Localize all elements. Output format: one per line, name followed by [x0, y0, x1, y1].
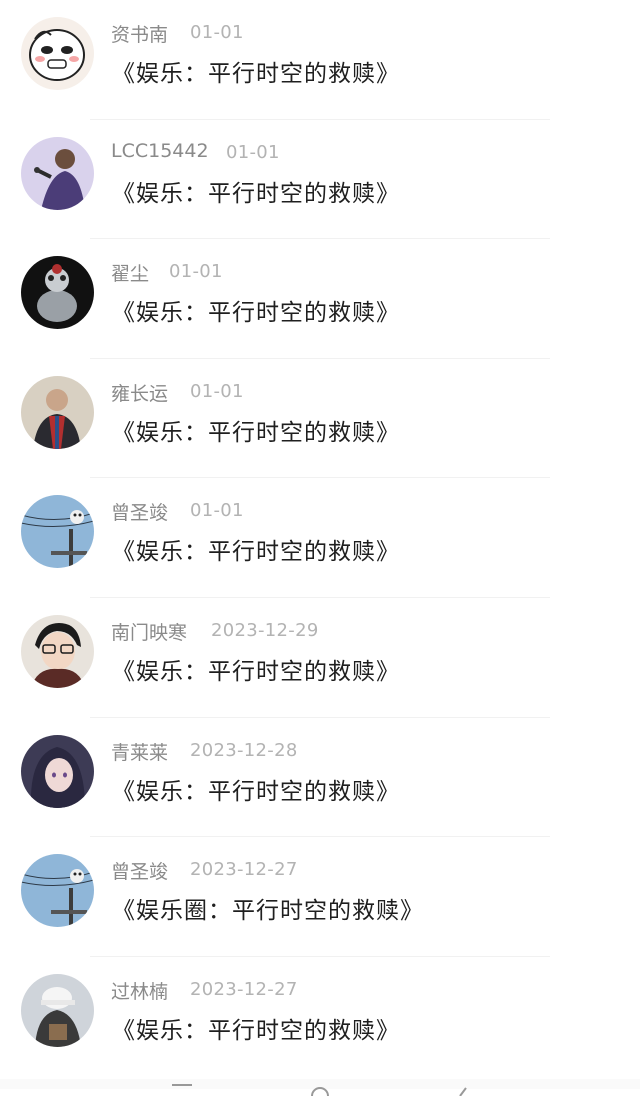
book-title[interactable]: 《娱乐：平行时空的救赎》	[112, 413, 400, 447]
book-title[interactable]: 《娱乐：平行时空的救赎》	[112, 54, 400, 88]
book-title[interactable]: 《娱乐：平行时空的救赎》	[112, 772, 400, 806]
username[interactable]: 曾圣竣	[111, 857, 168, 884]
list-item[interactable]: 青莱莱 2023-12-28 《娱乐：平行时空的救赎》	[0, 718, 640, 838]
timestamp: 01-01	[169, 261, 223, 283]
avatar[interactable]	[21, 973, 94, 1047]
avatar[interactable]	[21, 614, 94, 688]
timestamp: 01-01	[190, 500, 244, 522]
book-title[interactable]: 《娱乐圈：平行时空的救赎》	[112, 891, 424, 925]
timestamp: 01-01	[190, 22, 244, 43]
timestamp: 2023-12-29	[211, 619, 319, 641]
home-icon[interactable]	[308, 1081, 332, 1097]
list-item[interactable]: 雍长运 01-01 《娱乐：平行时空的救赎》	[0, 359, 640, 479]
comment-list: 资书南 01-01 《娱乐：平行时空的救赎》 LCC15442 01-01 《娱…	[0, 0, 640, 1076]
list-item[interactable]: LCC15442 01-01 《娱乐：平行时空的救赎》	[0, 120, 640, 240]
username[interactable]: 翟尘	[111, 259, 149, 286]
username[interactable]: 南门映寒	[111, 618, 187, 645]
timestamp: 2023-12-27	[190, 859, 298, 881]
book-title[interactable]: 《娱乐：平行时空的救赎》	[112, 1011, 400, 1045]
timestamp: 2023-12-27	[190, 978, 298, 1000]
username[interactable]: LCC15442	[111, 140, 209, 162]
timestamp: 01-01	[190, 380, 244, 402]
book-title[interactable]: 《娱乐：平行时空的救赎》	[112, 532, 400, 566]
list-item[interactable]: 资书南 01-01 《娱乐：平行时空的救赎》	[0, 0, 640, 120]
book-title[interactable]: 《娱乐：平行时空的救赎》	[112, 174, 400, 208]
list-item[interactable]: 过林楠 2023-12-27 《娱乐：平行时空的救赎》	[0, 957, 640, 1077]
avatar[interactable]	[21, 136, 94, 210]
avatar[interactable]	[21, 734, 94, 808]
username[interactable]: 资书南	[111, 20, 168, 47]
username[interactable]: 雍长运	[111, 379, 168, 406]
list-item[interactable]: 曾圣竣 2023-12-27 《娱乐圈：平行时空的救赎》	[0, 837, 640, 957]
avatar[interactable]	[21, 495, 94, 569]
list-item[interactable]: 南门映寒 2023-12-29 《娱乐：平行时空的救赎》	[0, 598, 640, 718]
avatar[interactable]	[21, 17, 94, 90]
avatar[interactable]	[21, 256, 94, 330]
timestamp: 2023-12-28	[190, 739, 298, 761]
book-title[interactable]: 《娱乐：平行时空的救赎》	[112, 652, 400, 686]
username[interactable]: 曾圣竣	[111, 498, 168, 525]
menu-icon[interactable]	[170, 1081, 194, 1095]
book-title[interactable]: 《娱乐：平行时空的救赎》	[112, 293, 400, 327]
list-item[interactable]: 曾圣竣 01-01 《娱乐：平行时空的救赎》	[0, 478, 640, 598]
username[interactable]: 过林楠	[111, 977, 168, 1004]
avatar[interactable]	[21, 854, 94, 928]
avatar[interactable]	[21, 375, 94, 449]
back-icon[interactable]	[452, 1081, 476, 1097]
username[interactable]: 青莱莱	[111, 738, 168, 765]
timestamp: 01-01	[226, 141, 280, 163]
bottom-navigation-bar	[0, 1079, 640, 1097]
list-item[interactable]: 翟尘 01-01 《娱乐：平行时空的救赎》	[0, 239, 640, 359]
